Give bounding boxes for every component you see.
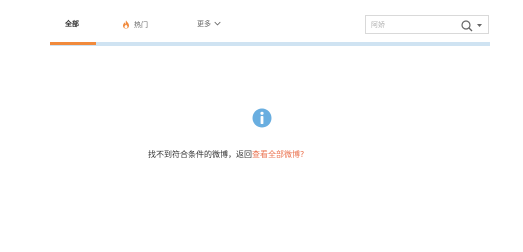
chevron-down-icon: [214, 21, 221, 26]
caret-down-icon: [477, 24, 482, 27]
empty-state: 找不到符合条件的微博，返回查看全部微博?: [0, 100, 523, 180]
tab-more[interactable]: 更多: [197, 20, 221, 29]
info-icon: [252, 108, 272, 128]
view-all-weibo-link[interactable]: 查看全部微博?: [252, 150, 304, 159]
tab-hot-label: 热门: [134, 21, 148, 29]
empty-message-text: 找不到符合条件的微博，返回: [148, 150, 252, 159]
search-filter-bar: 全部 热门 更多: [50, 14, 490, 46]
search-icon: [461, 20, 482, 32]
search-button[interactable]: [458, 18, 486, 32]
search-input[interactable]: [369, 18, 451, 31]
flame-icon: [123, 20, 129, 29]
active-tab-indicator: [50, 42, 96, 45]
tab-more-label: 更多: [197, 20, 211, 28]
search-box: [365, 15, 489, 34]
empty-message: 找不到符合条件的微博，返回查看全部微博?: [148, 149, 304, 161]
tab-strip-divider: [50, 42, 490, 46]
tab-hot[interactable]: 热门: [122, 20, 148, 30]
tab-all-label: 全部: [65, 20, 79, 28]
tab-all[interactable]: 全部: [65, 20, 79, 29]
